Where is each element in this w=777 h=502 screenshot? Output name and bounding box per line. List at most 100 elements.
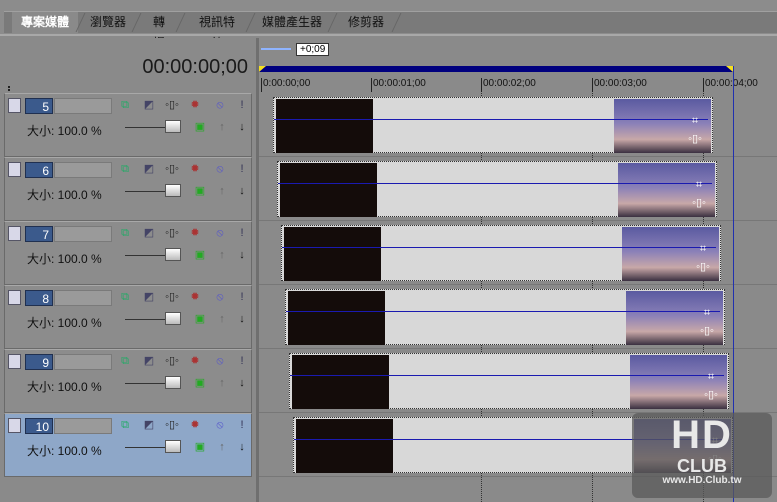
level-slider-handle[interactable] xyxy=(165,440,181,453)
video-clip[interactable]: ⌗ ◦▯◦ xyxy=(277,161,717,217)
track-lane[interactable]: ⌗ ◦▯◦ xyxy=(259,285,777,349)
add-fx-icon[interactable]: ▣ xyxy=(193,312,207,326)
level-slider-track[interactable] xyxy=(125,319,165,320)
make-child-icon[interactable]: ↓ xyxy=(235,120,249,134)
level-slider-track[interactable] xyxy=(125,127,165,128)
composite-mode-icon[interactable]: ⧉ xyxy=(118,226,132,240)
track-name-field[interactable] xyxy=(54,226,112,242)
track-name-field[interactable] xyxy=(54,290,112,306)
track-lane[interactable]: ⌗ ◦▯◦ xyxy=(259,93,777,157)
composite-mode-icon[interactable]: ⧉ xyxy=(118,162,132,176)
collapse-icon[interactable] xyxy=(8,98,21,113)
track-fx-icon[interactable]: ✹ xyxy=(188,290,202,304)
pan-icon[interactable]: ◦▯◦ xyxy=(700,324,714,338)
track-name-field[interactable] xyxy=(54,418,112,434)
level-slider-handle[interactable] xyxy=(165,376,181,389)
level-slider-handle[interactable] xyxy=(165,184,181,197)
collapse-icon[interactable] xyxy=(8,418,21,433)
level-slider-handle[interactable] xyxy=(165,120,181,133)
solo-icon[interactable]: ! xyxy=(235,418,249,432)
level-slider-track[interactable] xyxy=(125,447,165,448)
parent-track-icon[interactable]: ◩ xyxy=(142,354,156,368)
motion-icon[interactable]: ◦▯◦ xyxy=(165,290,179,304)
track-header-5[interactable]: 5 大小: 100.0 % ⧉ ◩ ◦▯◦ ✹ ⦸! ▣ ↑ ↓ xyxy=(4,93,252,157)
track-fx-icon[interactable]: ✹ xyxy=(188,226,202,240)
collapse-icon[interactable] xyxy=(8,354,21,369)
video-clip[interactable]: ⌗ ◦▯◦ xyxy=(273,97,713,153)
make-child-icon[interactable]: ↓ xyxy=(235,248,249,262)
composite-mode-icon[interactable]: ⧉ xyxy=(118,418,132,432)
make-child-icon[interactable]: ↓ xyxy=(235,312,249,326)
make-child-icon[interactable]: ↓ xyxy=(235,376,249,390)
make-parent-icon[interactable]: ↑ xyxy=(215,440,229,454)
make-parent-icon[interactable]: ↑ xyxy=(215,248,229,262)
pan-icon[interactable]: ◦▯◦ xyxy=(688,132,702,146)
solo-icon[interactable]: ! xyxy=(235,354,249,368)
opacity-envelope[interactable] xyxy=(282,247,716,248)
pan-icon[interactable]: ◦▯◦ xyxy=(692,196,706,210)
make-parent-icon[interactable]: ↑ xyxy=(215,120,229,134)
tab-4[interactable]: 媒體產生器 xyxy=(254,12,330,33)
timeline-ruler[interactable]: +0;09 0:00:00;00 00:00:01;00 00:00:02;00 00… xyxy=(259,38,777,93)
add-fx-icon[interactable]: ▣ xyxy=(193,376,207,390)
track-header-7[interactable]: 7 大小: 100.0 % ⧉ ◩ ◦▯◦ ✹ ⦸! ▣ ↑ ↓ xyxy=(4,221,252,285)
motion-icon[interactable]: ◦▯◦ xyxy=(165,98,179,112)
make-child-icon[interactable]: ↓ xyxy=(235,440,249,454)
solo-icon[interactable]: ! xyxy=(235,226,249,240)
mute-icon[interactable]: ⦸ xyxy=(213,290,227,304)
collapse-icon[interactable] xyxy=(8,226,21,241)
level-slider-track[interactable] xyxy=(125,191,165,192)
pan-icon[interactable]: ◦▯◦ xyxy=(704,388,718,402)
track-header-6[interactable]: 6 大小: 100.0 % ⧉ ◩ ◦▯◦ ✹ ⦸! ▣ ↑ ↓ xyxy=(4,157,252,221)
opacity-envelope[interactable] xyxy=(274,119,708,120)
opacity-envelope[interactable] xyxy=(290,375,724,376)
parent-track-icon[interactable]: ◩ xyxy=(142,162,156,176)
make-parent-icon[interactable]: ↑ xyxy=(215,184,229,198)
level-slider-track[interactable] xyxy=(125,255,165,256)
track-header-10[interactable]: 10 大小: 100.0 % ⧉ ◩ ◦▯◦ ✹ ⦸! ▣ ↑ ↓ xyxy=(4,413,252,477)
opacity-envelope[interactable] xyxy=(286,311,720,312)
parent-track-icon[interactable]: ◩ xyxy=(142,226,156,240)
make-child-icon[interactable]: ↓ xyxy=(235,184,249,198)
crop-icon[interactable]: ⌗ xyxy=(704,370,718,384)
video-clip[interactable]: ⌗ ◦▯◦ xyxy=(289,353,729,409)
tab-0[interactable]: 專案媒體 xyxy=(12,12,78,33)
mute-icon[interactable]: ⦸ xyxy=(213,98,227,112)
composite-mode-icon[interactable]: ⧉ xyxy=(118,290,132,304)
mute-icon[interactable]: ⦸ xyxy=(213,354,227,368)
composite-mode-icon[interactable]: ⧉ xyxy=(118,354,132,368)
motion-icon[interactable]: ◦▯◦ xyxy=(165,418,179,432)
mute-icon[interactable]: ⦸ xyxy=(213,418,227,432)
tab-2[interactable]: 轉場 xyxy=(140,12,178,50)
track-lane[interactable]: ⌗ ◦▯◦ xyxy=(259,157,777,221)
loop-region-bar[interactable] xyxy=(259,66,734,72)
track-fx-icon[interactable]: ✹ xyxy=(188,418,202,432)
mute-icon[interactable]: ⦸ xyxy=(213,162,227,176)
make-parent-icon[interactable]: ↑ xyxy=(215,376,229,390)
solo-icon[interactable]: ! xyxy=(235,290,249,304)
track-fx-icon[interactable]: ✹ xyxy=(188,162,202,176)
solo-icon[interactable]: ! xyxy=(235,162,249,176)
video-clip[interactable]: ⌗ ◦▯◦ xyxy=(281,225,721,281)
level-slider-handle[interactable] xyxy=(165,312,181,325)
make-parent-icon[interactable]: ↑ xyxy=(215,312,229,326)
add-fx-icon[interactable]: ▣ xyxy=(193,120,207,134)
video-clip[interactable]: ⌗ ◦▯◦ xyxy=(285,289,725,345)
composite-mode-icon[interactable]: ⧉ xyxy=(118,98,132,112)
mute-icon[interactable]: ⦸ xyxy=(213,226,227,240)
motion-icon[interactable]: ◦▯◦ xyxy=(165,162,179,176)
parent-track-icon[interactable]: ◩ xyxy=(142,418,156,432)
tab-3[interactable]: 視訊特效 xyxy=(186,12,248,50)
tab-1[interactable]: 瀏覽器 xyxy=(82,12,134,33)
parent-track-icon[interactable]: ◩ xyxy=(142,290,156,304)
track-name-field[interactable] xyxy=(54,98,112,114)
add-fx-icon[interactable]: ▣ xyxy=(193,440,207,454)
crop-icon[interactable]: ⌗ xyxy=(688,114,702,128)
motion-icon[interactable]: ◦▯◦ xyxy=(165,354,179,368)
opacity-envelope[interactable] xyxy=(278,183,712,184)
add-fx-icon[interactable]: ▣ xyxy=(193,248,207,262)
track-lane[interactable]: ⌗ ◦▯◦ xyxy=(259,349,777,413)
track-name-field[interactable] xyxy=(54,162,112,178)
level-slider-track[interactable] xyxy=(125,383,165,384)
crop-icon[interactable]: ⌗ xyxy=(700,306,714,320)
